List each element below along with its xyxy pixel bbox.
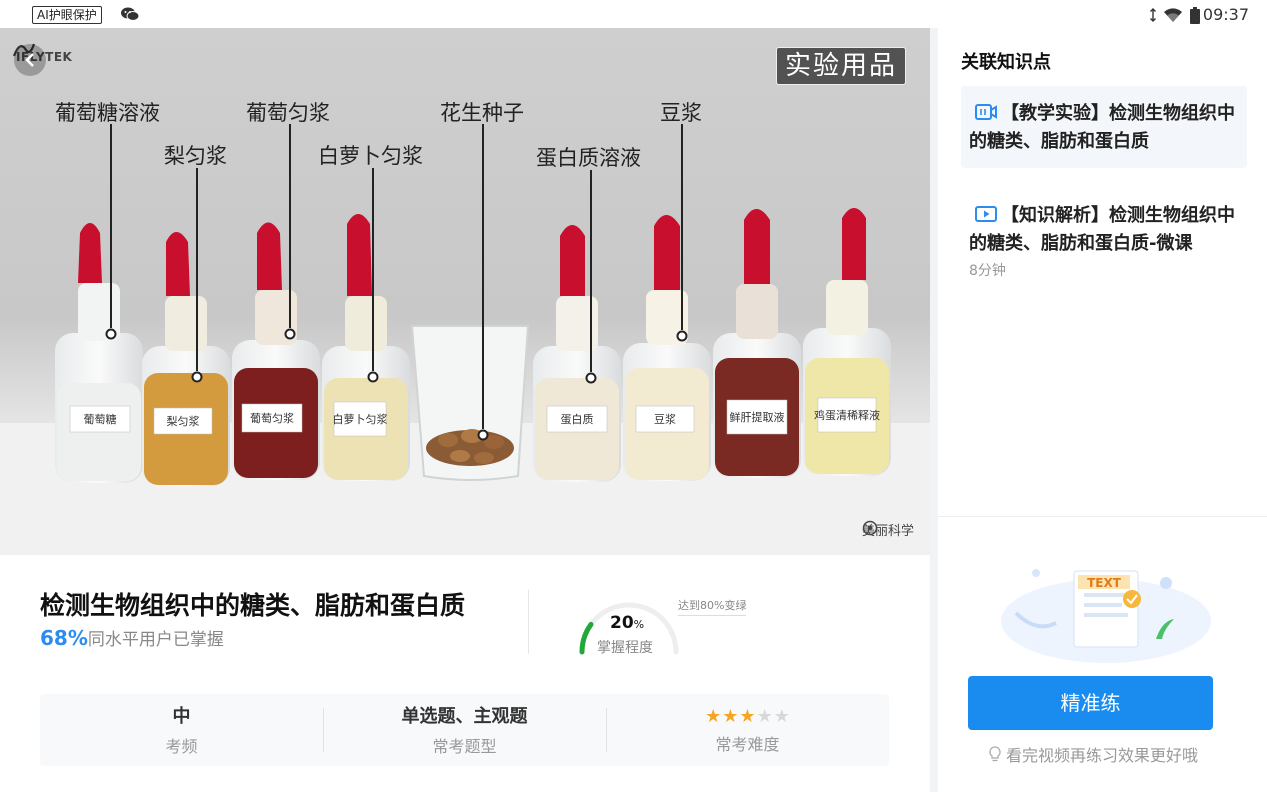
knowledge-item-experiment[interactable]: 【教学实验】检测生物组织中的糖类、脂肪和蛋白质 — [961, 86, 1247, 168]
bottle-3 — [232, 222, 320, 480]
bottle-label-4: 白萝卜匀浆 — [333, 412, 388, 426]
wifi-icon — [1164, 8, 1182, 22]
back-button[interactable] — [14, 44, 46, 76]
watermark-logo-icon — [862, 520, 878, 536]
mastery-value: 20% — [610, 613, 645, 633]
knowledge-item-text: 【知识解析】检测生物组织中的糖类、脂肪和蛋白质-微课 — [969, 205, 1235, 254]
watermark: 美丽科学 — [862, 520, 914, 539]
bottle-6 — [623, 215, 711, 481]
battery-icon — [1190, 6, 1200, 24]
lightbulb-icon — [989, 746, 1001, 762]
bottle-2 — [142, 232, 230, 486]
star-icon: ★ — [773, 706, 790, 727]
panel-title: 关联知识点 — [961, 52, 1051, 73]
star-icon: ★ — [756, 706, 773, 727]
difficulty-stars: ★ ★ ★ ★ ★ — [606, 707, 889, 727]
knowledge-item-duration: 8分钟 — [969, 263, 1006, 279]
beaker — [410, 325, 530, 481]
lesson-title: 检测生物组织中的糖类、脂肪和蛋白质 — [40, 591, 466, 620]
peer-mastery: 68%同水平用户已掌握 — [40, 625, 224, 650]
knowledge-item-lecture[interactable]: 【知识解析】检测生物组织中的糖类、脂肪和蛋白质-微课 8分钟 — [961, 188, 1247, 292]
wechat-icon — [121, 7, 140, 21]
bottle-label-3: 葡萄匀浆 — [250, 411, 294, 425]
frequency-value: 中 — [172, 706, 191, 727]
lesson-stats: 中 考频 单选题、主观题 常考题型 ★ ★ ★ ★ ★ 常考难度 — [40, 694, 889, 766]
vibrate-icon — [1150, 8, 1156, 22]
eye-protection-badge[interactable]: AI护眼保护 — [32, 6, 102, 24]
stat-question-types: 单选题、主观题 常考题型 — [323, 694, 606, 766]
bottle-4 — [322, 214, 410, 481]
callout-glucose: 葡萄糖溶液 — [55, 101, 160, 125]
frequency-label: 考频 — [165, 737, 198, 756]
bottle-label-1: 葡萄糖 — [84, 412, 117, 426]
mastery-hint: 达到80%变绿 — [678, 597, 747, 616]
system-icons — [1149, 6, 1201, 24]
bottle-label-6: 豆浆 — [654, 412, 676, 426]
bottle-7 — [713, 209, 801, 478]
callout-radish: 白萝卜匀浆 — [318, 144, 423, 168]
star-icon: ★ — [722, 706, 739, 727]
callout-soymilk: 豆浆 — [660, 101, 702, 125]
video-icon — [975, 104, 997, 120]
types-label: 常考题型 — [432, 737, 497, 756]
knowledge-panel: 关联知识点 【教学实验】检测生物组织中的糖类、脂肪和蛋白质 【知识解析】检测生物… — [938, 28, 1267, 792]
video-player[interactable]: 葡萄糖 梨匀浆 葡萄匀浆 白萝卜匀浆 蛋白质 豆浆 鲜肝提取液 鸡蛋清稀释液 葡… — [0, 28, 930, 555]
callout-grape: 葡萄匀浆 — [246, 101, 330, 125]
bottle-5 — [533, 225, 621, 482]
bottle-label-2: 梨匀浆 — [167, 414, 200, 428]
peer-text: 同水平用户已掌握 — [87, 630, 224, 650]
play-video-icon — [975, 206, 997, 222]
bottle-label-5: 蛋白质 — [561, 412, 594, 426]
star-icon: ★ — [739, 706, 756, 727]
illustration-text: TEXT — [1087, 576, 1122, 590]
chevron-left-icon — [25, 53, 34, 67]
practice-illustration: TEXT — [1001, 569, 1211, 663]
bottle-label-8: 鸡蛋清稀释液 — [814, 408, 880, 422]
knowledge-item-text: 【教学实验】检测生物组织中的糖类、脂肪和蛋白质 — [969, 103, 1235, 152]
divider — [528, 590, 529, 654]
callout-peanut: 花生种子 — [440, 101, 524, 125]
practice-tip: 看完视频再练习效果更好哦 — [988, 742, 1198, 766]
difficulty-label: 常考难度 — [715, 735, 780, 754]
types-value: 单选题、主观题 — [401, 706, 528, 727]
tip-text: 看完视频再练习效果更好哦 — [1006, 746, 1199, 765]
stat-difficulty: ★ ★ ★ ★ ★ 常考难度 — [606, 694, 889, 766]
peer-percent: 68% — [40, 626, 88, 650]
stat-frequency: 中 考频 — [40, 694, 323, 766]
bottle-label-7: 鲜肝提取液 — [730, 410, 785, 424]
precise-practice-button[interactable]: 精准练 — [968, 676, 1213, 730]
mastery-label: 掌握程度 — [597, 640, 653, 656]
panel-divider — [938, 516, 1267, 517]
callout-pear: 梨匀浆 — [164, 144, 227, 168]
callout-protein: 蛋白质溶液 — [536, 146, 641, 170]
bottle-1 — [55, 223, 143, 483]
video-corner-tag: 实验用品 — [776, 47, 906, 85]
panel-separator — [930, 28, 938, 792]
bottle-8 — [803, 208, 891, 476]
status-bar: AI护眼保护 09:37 — [0, 0, 1267, 28]
star-icon: ★ — [705, 706, 722, 727]
status-time: 09:37 — [1202, 5, 1249, 24]
